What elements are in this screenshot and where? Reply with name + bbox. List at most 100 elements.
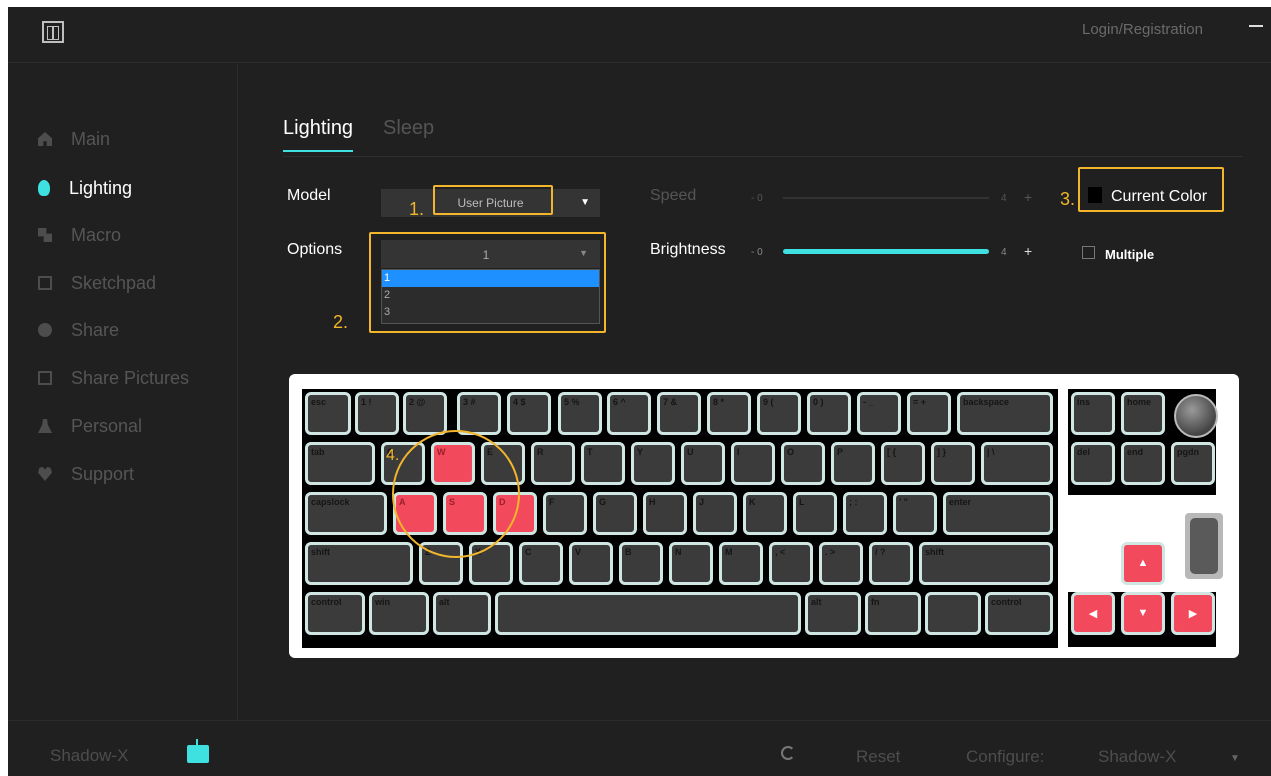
key[interactable]: backspace bbox=[957, 392, 1053, 435]
sidebar-item-label: Share Pictures bbox=[71, 367, 190, 388]
reset-button[interactable]: Reset bbox=[856, 747, 900, 767]
key[interactable]: control bbox=[305, 592, 365, 635]
caret-down-icon[interactable]: ▼ bbox=[1230, 753, 1240, 764]
side-bar-slot bbox=[1185, 513, 1223, 579]
arrow-right-key[interactable]: ▶ bbox=[1171, 592, 1215, 635]
key[interactable]: L bbox=[793, 492, 837, 535]
key[interactable]: ' " bbox=[893, 492, 937, 535]
key[interactable]: C bbox=[519, 542, 563, 585]
key[interactable]: H bbox=[643, 492, 687, 535]
key[interactable]: 7 & bbox=[657, 392, 701, 435]
speed-increase-button[interactable]: + bbox=[1024, 189, 1032, 205]
slider-max-value: 4 bbox=[1001, 193, 1007, 204]
heart-icon bbox=[38, 467, 52, 481]
key[interactable] bbox=[925, 592, 981, 635]
key[interactable]: V bbox=[569, 542, 613, 585]
sidebar-item-support[interactable]: Support bbox=[38, 461, 134, 487]
annotation-box-model bbox=[433, 185, 553, 215]
key[interactable]: - _ bbox=[857, 392, 901, 435]
key[interactable]: R bbox=[531, 442, 575, 485]
key[interactable]: G bbox=[593, 492, 637, 535]
brightness-increase-button[interactable]: + bbox=[1024, 243, 1032, 259]
key[interactable]: = + bbox=[907, 392, 951, 435]
key[interactable]: , < bbox=[769, 542, 813, 585]
brand-logo-icon bbox=[42, 21, 64, 43]
volume-knob[interactable] bbox=[1174, 394, 1218, 438]
refresh-icon[interactable] bbox=[781, 746, 795, 760]
key[interactable]: N bbox=[669, 542, 713, 585]
key[interactable]: P bbox=[831, 442, 875, 485]
key[interactable]: 2 @ bbox=[403, 392, 447, 435]
key-page-down[interactable]: pgdn bbox=[1171, 442, 1215, 485]
tab-lighting[interactable]: Lighting bbox=[283, 117, 354, 152]
sidebar-item-main[interactable]: Main bbox=[38, 126, 110, 152]
key[interactable]: ] } bbox=[931, 442, 975, 485]
key[interactable]: . > bbox=[819, 542, 863, 585]
key[interactable]: alt bbox=[805, 592, 861, 635]
key[interactable]: enter bbox=[943, 492, 1053, 535]
key[interactable]: | \ bbox=[981, 442, 1053, 485]
key[interactable]: 3 # bbox=[457, 392, 501, 435]
key[interactable]: tab bbox=[305, 442, 375, 485]
minimize-icon[interactable] bbox=[1249, 19, 1263, 33]
key[interactable]: O bbox=[781, 442, 825, 485]
key[interactable]: capslock bbox=[305, 492, 387, 535]
multiple-checkbox[interactable] bbox=[1082, 246, 1095, 259]
tab-bar: Lighting Sleep bbox=[283, 117, 1243, 157]
key[interactable]: ; : bbox=[843, 492, 887, 535]
keyboard-icon[interactable] bbox=[187, 739, 209, 763]
key[interactable]: / ? bbox=[869, 542, 913, 585]
sidebar-item-share[interactable]: Share bbox=[38, 317, 119, 343]
device-name: Shadow-X bbox=[50, 746, 129, 765]
side-light-bar[interactable] bbox=[1190, 518, 1218, 574]
sidebar-item-lighting[interactable]: Lighting bbox=[38, 175, 132, 201]
sidebar-item-sketchpad[interactable]: Sketchpad bbox=[38, 270, 156, 296]
key[interactable]: win bbox=[369, 592, 429, 635]
key[interactable]: 1 ! bbox=[355, 392, 399, 435]
arrow-left-key[interactable]: ◀ bbox=[1071, 592, 1115, 635]
key[interactable]: alt bbox=[433, 592, 491, 635]
sidebar-item-label: Personal bbox=[71, 415, 143, 436]
speed-slider-track[interactable] bbox=[783, 197, 989, 199]
key-home[interactable]: home bbox=[1121, 392, 1165, 435]
key[interactable]: K bbox=[743, 492, 787, 535]
sidebar-item-personal[interactable]: Personal bbox=[38, 413, 142, 439]
key[interactable]: Y bbox=[631, 442, 675, 485]
arrow-left-icon: ◀ bbox=[1088, 608, 1098, 620]
arrow-up-key[interactable]: ▲ bbox=[1121, 542, 1165, 585]
key[interactable]: M bbox=[719, 542, 763, 585]
key[interactable]: control bbox=[985, 592, 1053, 635]
arrow-down-key[interactable]: ▼ bbox=[1121, 592, 1165, 635]
key-delete[interactable]: del bbox=[1071, 442, 1115, 485]
sidebar-item-share-pictures[interactable]: Share Pictures bbox=[38, 365, 189, 391]
tab-sleep[interactable]: Sleep bbox=[383, 117, 434, 148]
key[interactable]: 5 % bbox=[558, 392, 602, 435]
key[interactable]: I bbox=[731, 442, 775, 485]
key[interactable]: F bbox=[543, 492, 587, 535]
sidebar-item-macro[interactable]: Macro bbox=[38, 222, 121, 248]
key[interactable]: 9 ( bbox=[757, 392, 801, 435]
key-end[interactable]: end bbox=[1121, 442, 1165, 485]
key[interactable]: fn bbox=[865, 592, 921, 635]
spacebar-key[interactable] bbox=[495, 592, 801, 635]
key[interactable]: esc bbox=[305, 392, 351, 435]
key[interactable]: shift bbox=[305, 542, 413, 585]
key[interactable]: [ { bbox=[881, 442, 925, 485]
key[interactable]: 6 ^ bbox=[607, 392, 651, 435]
person-icon bbox=[38, 419, 52, 433]
key[interactable]: J bbox=[693, 492, 737, 535]
login-registration-link[interactable]: Login/Registration bbox=[1082, 21, 1203, 38]
key[interactable]: 8 * bbox=[707, 392, 751, 435]
key[interactable]: shift bbox=[919, 542, 1053, 585]
brightness-slider-track[interactable] bbox=[783, 249, 989, 254]
key-insert[interactable]: ins bbox=[1071, 392, 1115, 435]
configure-select[interactable]: Shadow-X bbox=[1098, 747, 1176, 767]
key[interactable]: T bbox=[581, 442, 625, 485]
key[interactable]: 0 ) bbox=[807, 392, 851, 435]
key[interactable]: 4 $ bbox=[507, 392, 551, 435]
sidebar-item-label: Share bbox=[71, 319, 120, 340]
footer-bar: Shadow-X Reset Configure: Shadow-X ▼ bbox=[8, 720, 1271, 776]
sidebar-item-label: Main bbox=[71, 128, 111, 149]
key[interactable]: B bbox=[619, 542, 663, 585]
key[interactable]: U bbox=[681, 442, 725, 485]
